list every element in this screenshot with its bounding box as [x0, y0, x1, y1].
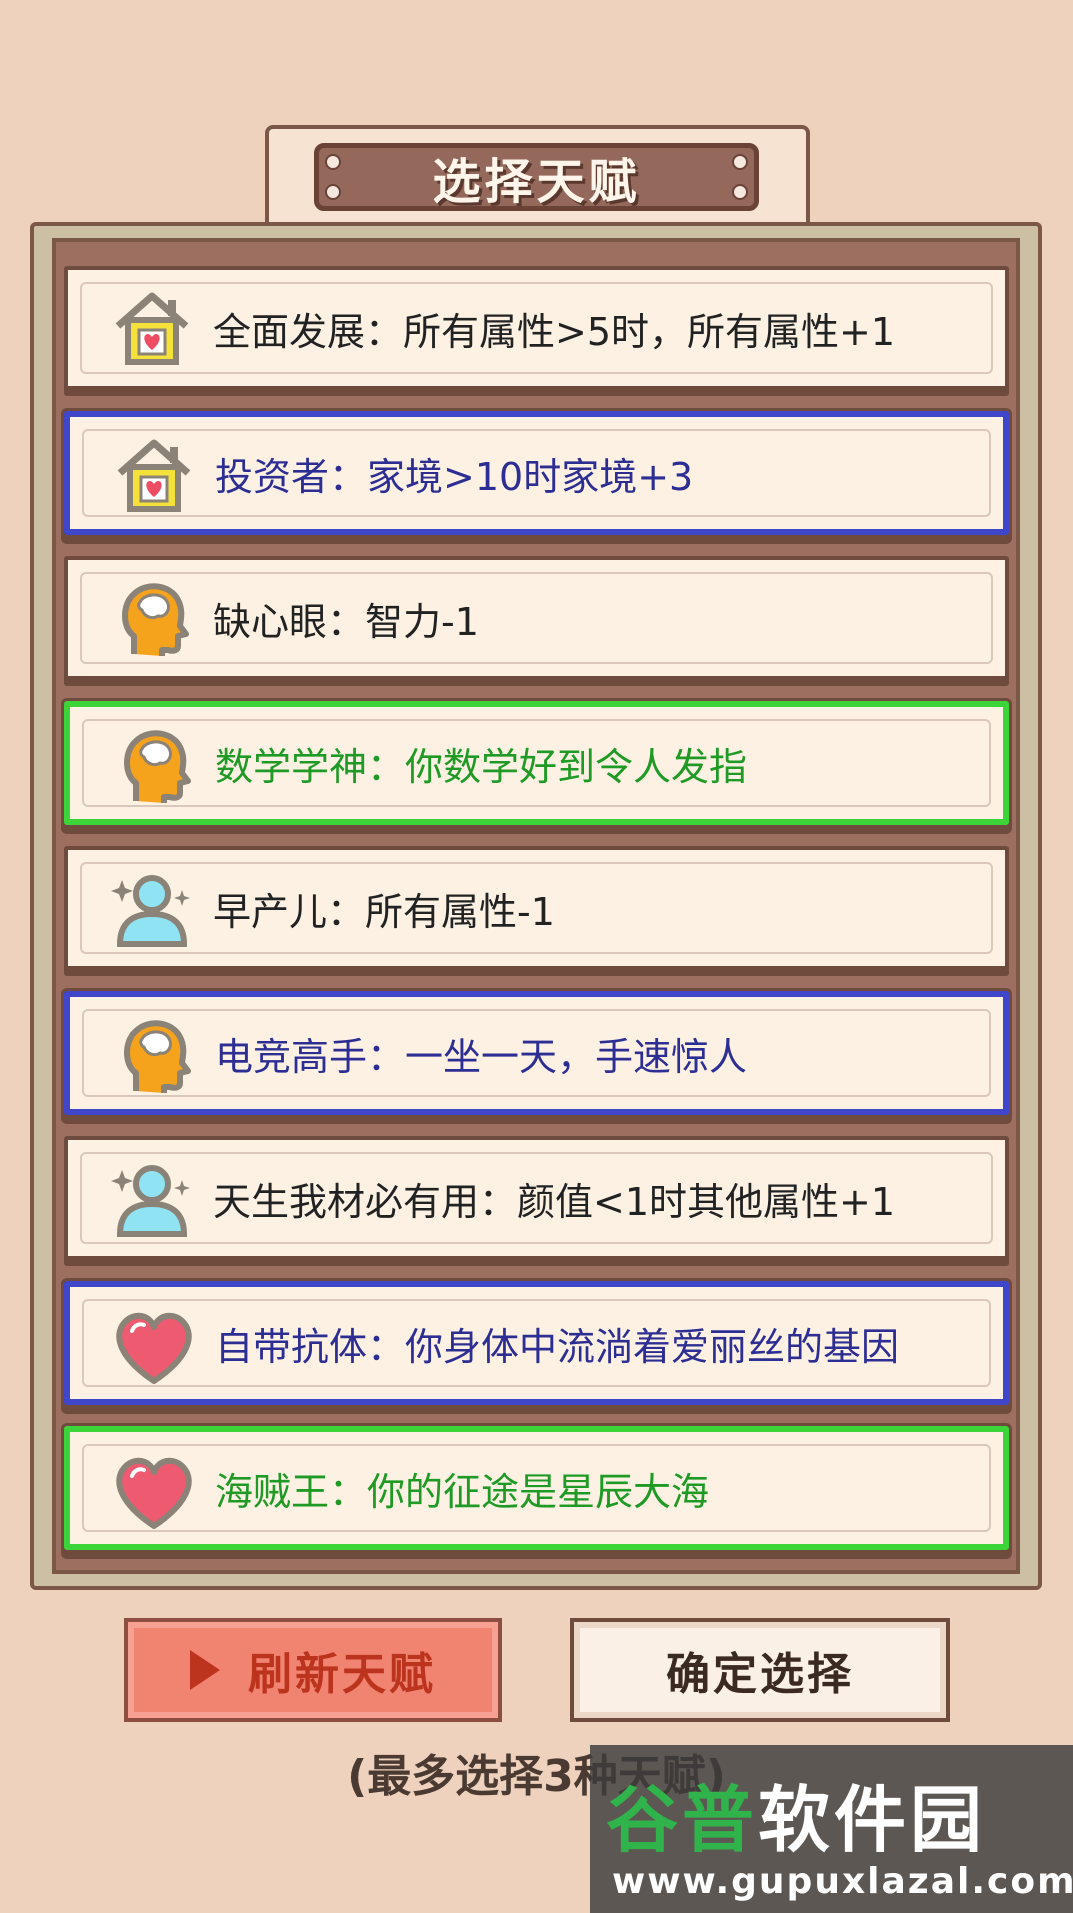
- house-icon: [110, 431, 198, 519]
- brain-head-icon: [110, 721, 198, 809]
- rivet: [732, 184, 748, 200]
- brain-head-icon: [108, 574, 196, 662]
- talent-card[interactable]: 电竞高手：一坐一天，手速惊人: [64, 991, 1009, 1115]
- talent-card[interactable]: 早产儿：所有属性-1: [64, 846, 1009, 970]
- watermark-logo-green: 谷普: [606, 1778, 759, 1862]
- talent-card[interactable]: 投资者：家境>10时家境+3: [64, 411, 1009, 535]
- talent-description: 投资者：家境>10时家境+3: [215, 454, 694, 499]
- talent-card[interactable]: 缺心眼：智力-1: [64, 556, 1009, 680]
- person-sparkle-icon: [108, 864, 196, 952]
- rivet: [732, 154, 748, 170]
- talent-card[interactable]: 全面发展：所有属性>5时，所有属性+1: [64, 266, 1009, 390]
- refresh-talents-button[interactable]: 刷新天赋: [124, 1618, 502, 1722]
- play-icon: [190, 1650, 220, 1690]
- watermark-url: www.gupuxlazal.com: [612, 1861, 1073, 1902]
- talent-description: 电竞高手：一坐一天，手速惊人: [215, 1034, 748, 1079]
- talent-card[interactable]: 自带抗体：你身体中流淌着爱丽丝的基因: [64, 1281, 1009, 1405]
- talent-description: 数学学神：你数学好到令人发指: [215, 744, 748, 789]
- page-title: 选择天赋: [314, 143, 759, 211]
- talent-description: 海贼王：你的征途是星辰大海: [215, 1469, 710, 1514]
- rivet: [325, 154, 341, 170]
- watermark-logo: 谷普软件园: [606, 1761, 986, 1866]
- talent-card[interactable]: 天生我材必有用：颜值<1时其他属性+1: [64, 1136, 1009, 1260]
- brain-head-icon: [110, 1011, 198, 1099]
- confirm-selection-button[interactable]: 确定选择: [570, 1618, 950, 1722]
- rivet: [325, 184, 341, 200]
- house-icon: [108, 284, 196, 372]
- talent-description: 自带抗体：你身体中流淌着爱丽丝的基因: [215, 1324, 900, 1369]
- talent-description: 全面发展：所有属性>5时，所有属性+1: [213, 309, 896, 354]
- talent-description: 早产儿：所有属性-1: [213, 889, 555, 934]
- watermark: 谷普软件园 www.gupuxlazal.com: [590, 1745, 1073, 1913]
- talent-description: 天生我材必有用：颜值<1时其他属性+1: [213, 1179, 896, 1224]
- talent-card[interactable]: 数学学神：你数学好到令人发指: [64, 701, 1009, 825]
- heart-icon: [110, 1301, 198, 1389]
- refresh-label: 刷新天赋: [248, 1649, 436, 1700]
- confirm-label: 确定选择: [666, 1649, 854, 1700]
- title-text: 选择天赋: [432, 154, 641, 210]
- watermark-logo-white: 软件园: [758, 1778, 987, 1862]
- talent-card[interactable]: 海贼王：你的征途是星辰大海: [64, 1426, 1009, 1550]
- person-sparkle-icon: [108, 1154, 196, 1242]
- title-plaque: 选择天赋: [265, 125, 810, 225]
- heart-icon: [110, 1446, 198, 1534]
- talent-description: 缺心眼：智力-1: [213, 599, 479, 644]
